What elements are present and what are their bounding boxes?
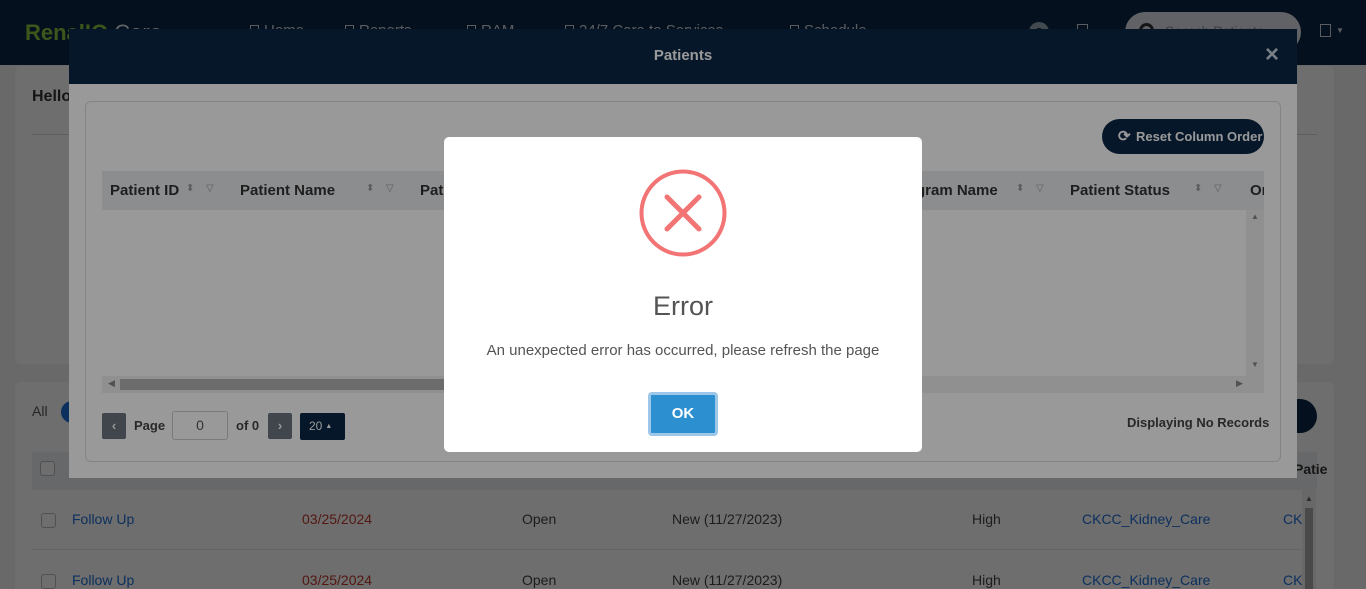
- ok-button[interactable]: OK: [648, 392, 718, 436]
- error-dialog: Error An unexpected error has occurred, …: [444, 137, 922, 452]
- error-x-icon: [639, 169, 727, 257]
- error-title: Error: [653, 291, 713, 321]
- error-message: An unexpected error has occurred, please…: [486, 342, 880, 359]
